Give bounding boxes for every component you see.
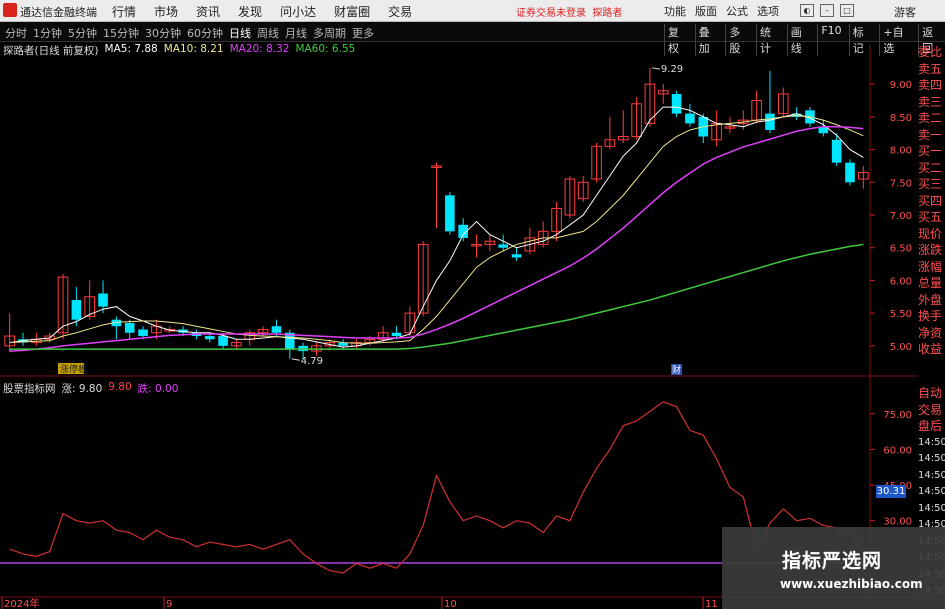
kline-chart[interactable]: 5.00 5.50 6.00 6.50 7.00 7.50 8.00 8.50 9.00 9.29… — [0, 0, 945, 609]
candle-body — [498, 244, 508, 248]
ma-line-ma20 — [9, 125, 864, 352]
y-tick-label: 6.00 — [890, 276, 912, 287]
trade-panel-item: 14:50 — [918, 502, 945, 514]
y-tick-label: 8.50 — [890, 113, 912, 124]
ma-line-ma60 — [9, 243, 864, 350]
trade-panel-item: 14:50 — [918, 453, 945, 464]
candle-body — [271, 326, 282, 333]
watermark-title: 指标严选网 — [782, 550, 883, 572]
candle-body — [124, 322, 135, 333]
y-tick-label: 7.50 — [890, 178, 912, 189]
trade-panel-item: 盘后 — [918, 419, 943, 433]
x-tick-label: 9 — [166, 599, 172, 609]
low-price-label: 4.79 — [301, 356, 323, 367]
high-price-label: 9.29 — [661, 64, 683, 75]
low-pointer — [291, 358, 300, 361]
y-tick-label: 9.00 — [890, 80, 912, 91]
trade-panel-item: 交易 — [918, 402, 943, 417]
y-tick-label: 5.00 — [890, 342, 912, 353]
side-panel-item[interactable]: 换手 — [918, 308, 945, 325]
y2-tick-label: 60.00 — [883, 445, 912, 456]
candle-body — [511, 254, 522, 258]
side-panel-item[interactable]: 涨幅 — [918, 259, 945, 276]
side-panel-item[interactable]: 委比 — [918, 44, 945, 61]
side-panel-item[interactable]: 买五 — [918, 209, 945, 226]
side-panel-item[interactable]: 总量 — [918, 275, 945, 292]
x-tick-label: 10 — [444, 599, 457, 609]
side-panel-item[interactable]: 卖四 — [918, 77, 945, 94]
side-panel-item[interactable]: 涨跌 — [918, 242, 945, 259]
side-panel-item[interactable]: 外盘 — [918, 292, 945, 309]
watermark-url: www.xuezhibiao.com — [780, 577, 923, 591]
candle-body — [831, 139, 842, 163]
side-panel-item[interactable]: 买三 — [918, 176, 945, 193]
watermark: 指标严选网 www.xuezhibiao.com — [722, 527, 945, 609]
side-panel-item[interactable]: 收益 — [918, 341, 945, 358]
candle-body — [391, 332, 402, 337]
side-panel-item[interactable]: 买一 — [918, 143, 945, 160]
candle-body — [685, 113, 695, 124]
side-panel-item[interactable]: 卖五 — [918, 61, 945, 78]
y-tick-label: 8.00 — [890, 146, 912, 157]
side-panel-item[interactable]: 卖二 — [918, 110, 945, 127]
candle-body — [218, 336, 228, 346]
candle-body — [671, 93, 682, 114]
y-tick-label: 6.50 — [890, 244, 912, 255]
side-panel-item[interactable]: 卖一 — [918, 127, 945, 144]
candle-body — [765, 113, 775, 130]
tag-mid-label: 财 — [672, 364, 681, 376]
y-tick-label: 7.00 — [890, 211, 912, 222]
side-panel-item[interactable]: 买四 — [918, 193, 945, 210]
candle-body — [204, 336, 215, 340]
x-tick-label: 2024年 — [4, 597, 39, 609]
candle-body — [445, 195, 455, 232]
side-panel-item[interactable]: 卖三 — [918, 94, 945, 111]
candle-body — [71, 300, 82, 320]
side-panel-item[interactable]: 现价 — [918, 226, 945, 243]
y2-tick-label: 75.00 — [883, 410, 912, 421]
y-tick-label: 5.50 — [890, 309, 912, 320]
tag-left-label: 涨停板 — [60, 363, 87, 375]
side-panel-item[interactable]: 买二 — [918, 160, 945, 177]
indicator-current-value: 30.31 — [876, 485, 906, 498]
x-tick-label: 11 — [705, 599, 718, 609]
quote-side-panel: 委比 卖五 卖四 卖三 卖二 卖一 买一 买二 买三 买四 买五 现价 涨跌 涨幅 总量 外盘 换手 净资 收益 — [918, 44, 945, 358]
high-pointer — [651, 67, 660, 70]
candle-body — [138, 329, 148, 337]
side-panel-item[interactable]: 净资 — [918, 325, 945, 342]
candle-body — [845, 162, 855, 183]
trade-panel-item: 14:50 — [918, 469, 945, 481]
trade-panel-item: 14:50 — [918, 486, 945, 497]
candle-body — [98, 293, 108, 307]
trade-panel-item: 14:50 — [918, 436, 945, 448]
trade-panel-item: 自动 — [918, 386, 943, 400]
